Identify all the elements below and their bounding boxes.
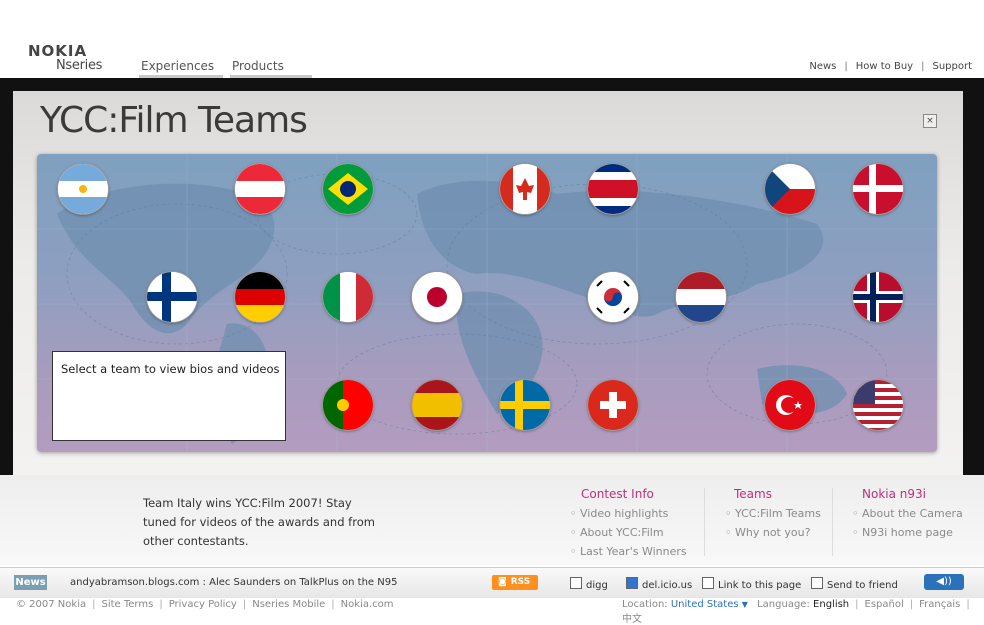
language-francais[interactable]: Français xyxy=(919,599,960,610)
flag-spain-button[interactable] xyxy=(412,380,462,430)
location-label: Location: xyxy=(622,599,668,610)
flag-argentina-button[interactable] xyxy=(58,164,108,214)
flag-germany-button[interactable] xyxy=(235,272,285,322)
digg-link[interactable]: digg xyxy=(570,577,608,591)
flag-finland-button[interactable] xyxy=(147,272,197,322)
news-link[interactable]: News xyxy=(809,61,836,72)
flag-denmark-button[interactable] xyxy=(853,164,903,214)
language-espanol[interactable]: Español xyxy=(865,599,904,610)
flag-portugal-button[interactable] xyxy=(323,380,373,430)
tab-label: Products xyxy=(232,59,284,73)
flag-japan-button[interactable] xyxy=(412,272,462,322)
nseries-mobile-link[interactable]: Nseries Mobile xyxy=(252,599,325,610)
top-links: News | How to Buy | Support xyxy=(809,61,972,72)
language-english[interactable]: English xyxy=(813,599,849,610)
divider: | xyxy=(909,599,914,610)
how-to-buy-link[interactable]: How to Buy xyxy=(856,61,913,72)
news-badge[interactable]: News xyxy=(14,575,47,590)
envelope-icon xyxy=(811,577,823,589)
page-title: YCC:Film Teams xyxy=(40,100,308,141)
divider xyxy=(704,488,705,556)
chevron-down-icon: ▼ xyxy=(741,600,748,609)
nokia-n93i-heading[interactable]: Nokia n93i xyxy=(862,487,926,501)
divider xyxy=(832,488,833,556)
support-link[interactable]: Support xyxy=(932,61,972,72)
tab-experiences[interactable]: Experiences xyxy=(139,59,223,78)
flag-norway-button[interactable] xyxy=(853,272,903,322)
rss-button[interactable]: ◙ RSS xyxy=(492,575,538,590)
divider: | xyxy=(921,61,925,72)
link-to-page-link[interactable]: Link to this page xyxy=(702,577,801,591)
divider: | xyxy=(92,599,96,610)
delicious-link[interactable]: del.icio.us xyxy=(626,577,692,591)
link-label: Link to this page xyxy=(718,580,802,591)
nseries-logo[interactable]: Nseries xyxy=(56,58,102,73)
link-icon xyxy=(702,577,714,589)
footer-links: © 2007 Nokia | Site Terms | Privacy Policy | N… xyxy=(16,599,394,610)
site-terms-link[interactable]: Site Terms xyxy=(101,599,153,610)
speaker-icon: ◀)) xyxy=(936,576,952,587)
link-label: About the Camera xyxy=(862,507,963,520)
language-label: Language: xyxy=(757,599,810,610)
locale-settings: Location: United States ▼ Language: Engl… xyxy=(622,599,984,625)
link-label: N93i home page xyxy=(862,526,953,539)
flag-costa-rica-button[interactable] xyxy=(588,164,638,214)
link-label: Send to friend xyxy=(827,580,898,591)
divider: | xyxy=(855,599,859,610)
flag-canada-button[interactable] xyxy=(500,164,550,214)
divider: | xyxy=(159,599,163,610)
contest-info-heading[interactable]: Contest Info xyxy=(581,487,654,501)
n93i-home-page-link[interactable]: ◦ N93i home page xyxy=(852,526,953,539)
why-not-you-link[interactable]: ◦ Why not you? xyxy=(725,526,810,539)
link-label: Video highlights xyxy=(580,507,669,520)
tab-label: Experiences xyxy=(141,59,215,73)
rss-icon: ◙ xyxy=(498,577,507,587)
link-label: del.icio.us xyxy=(642,580,693,591)
location-select[interactable]: United States ▼ xyxy=(671,599,748,610)
about-yccfilm-link[interactable]: ◦ About YCC:Film xyxy=(570,526,664,539)
link-label: About YCC:Film xyxy=(580,526,664,539)
team-info-text: Select a team to view bios and videos xyxy=(61,362,280,376)
flag-italy-button[interactable] xyxy=(323,272,373,322)
flag-switzerland-button[interactable] xyxy=(588,380,638,430)
flag-turkey-button[interactable] xyxy=(765,380,815,430)
flag-czech-button[interactable] xyxy=(765,164,815,214)
delicious-icon xyxy=(626,577,638,589)
news-blurb: Team Italy wins YCC:Film 2007! Stay tune… xyxy=(143,496,375,548)
send-to-friend-link[interactable]: Send to friend xyxy=(811,577,898,591)
language-chinese[interactable]: 中文 xyxy=(622,614,642,625)
flag-south-korea-button[interactable] xyxy=(588,272,638,322)
flag-usa-button[interactable] xyxy=(853,380,903,430)
link-label: YCC:Film Teams xyxy=(735,507,821,520)
rss-label: RSS xyxy=(510,577,531,587)
privacy-policy-link[interactable]: Privacy Policy xyxy=(169,599,237,610)
copyright: © 2007 Nokia xyxy=(16,599,87,610)
divider: | xyxy=(331,599,335,610)
location-value: United States xyxy=(670,599,739,610)
divider: | xyxy=(242,599,247,610)
link-label: Last Year's Winners xyxy=(580,545,687,558)
digg-icon xyxy=(570,577,582,589)
tab-products[interactable]: Products xyxy=(230,59,312,78)
teams-heading[interactable]: Teams xyxy=(734,487,772,501)
flag-brazil-button[interactable] xyxy=(323,164,373,214)
link-label: Why not you? xyxy=(735,526,811,539)
about-the-camera-link[interactable]: ◦ About the Camera xyxy=(852,507,963,520)
sound-toggle-button[interactable]: ◀)) xyxy=(924,574,964,590)
nokia-com-link[interactable]: Nokia.com xyxy=(341,599,394,610)
divider: | xyxy=(844,61,848,72)
yccfilm-teams-link[interactable]: ◦ YCC:Film Teams xyxy=(725,507,821,520)
news-ticker[interactable]: andyabramson.blogs.com : Alec Saunders o… xyxy=(70,577,397,588)
close-button[interactable]: × xyxy=(923,114,937,128)
link-label: digg xyxy=(586,580,608,591)
team-info-box: Select a team to view bios and videos xyxy=(52,351,286,441)
divider: | xyxy=(966,599,970,610)
video-highlights-link[interactable]: ◦ Video highlights xyxy=(570,507,668,520)
flag-austria-button[interactable] xyxy=(235,164,285,214)
last-years-winners-link[interactable]: ◦ Last Year's Winners xyxy=(570,545,687,558)
flag-sweden-button[interactable] xyxy=(500,380,550,430)
flag-netherlands-button[interactable] xyxy=(676,272,726,322)
